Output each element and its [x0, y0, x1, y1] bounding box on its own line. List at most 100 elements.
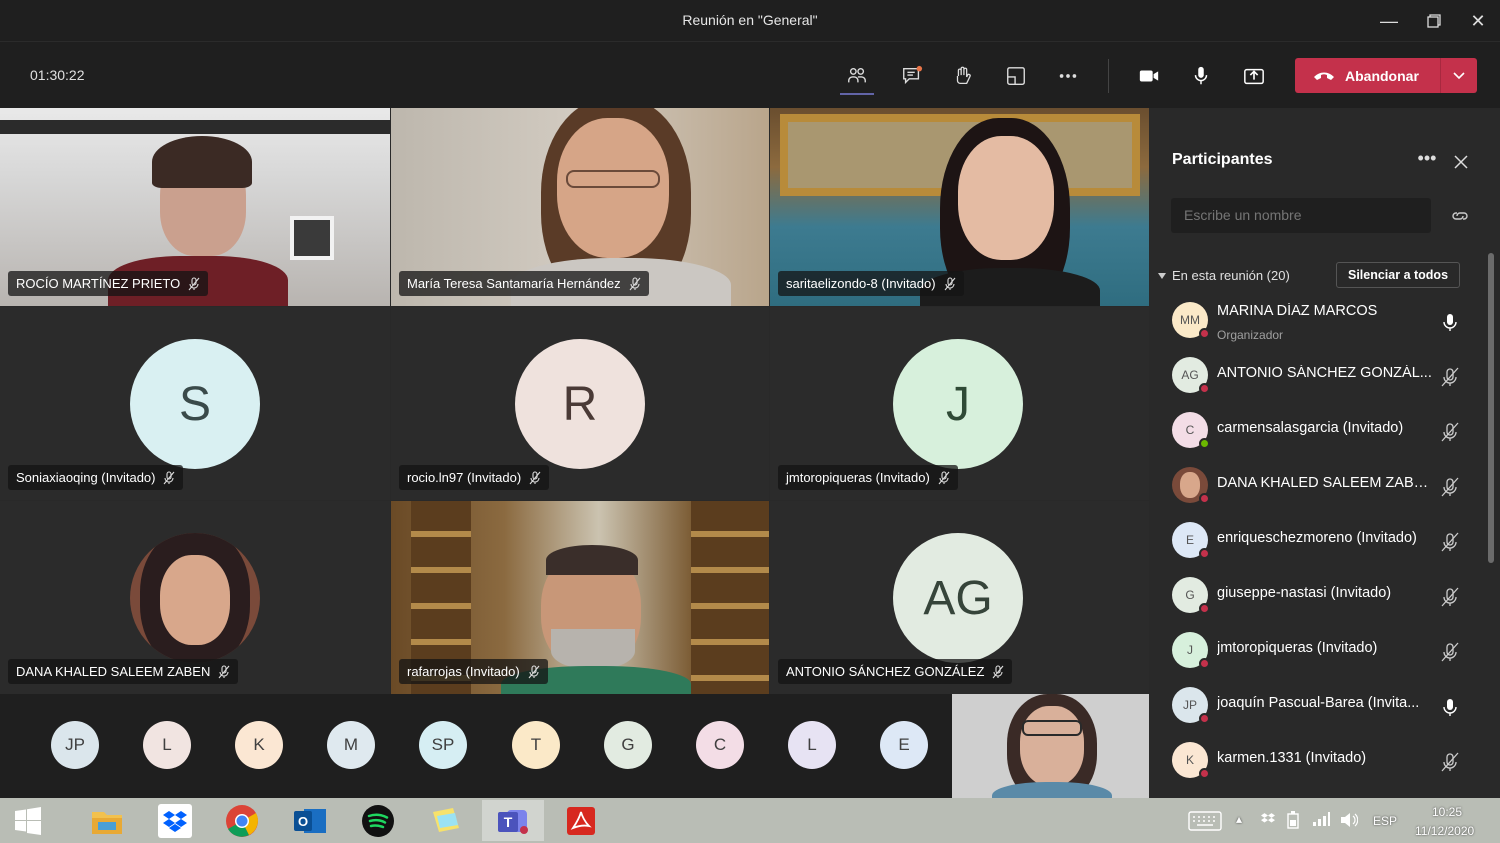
participant-name: jmtoropiqueras (Invitado)	[1217, 640, 1378, 656]
avatar[interactable]: C	[696, 721, 744, 769]
mic-off-icon	[188, 276, 200, 290]
video-tile[interactable]: ROCÍO MARTÍNEZ PRIETO	[0, 108, 390, 306]
chrome-icon[interactable]	[211, 800, 273, 841]
clock-time[interactable]: 10:25	[1432, 805, 1462, 819]
participant-name: enriqueschezmoreno (Invitado)	[1217, 530, 1417, 546]
avatar[interactable]: M	[327, 721, 375, 769]
dropbox-tray-icon[interactable]	[1260, 812, 1276, 829]
acrobat-reader-icon[interactable]	[550, 800, 612, 841]
participant-name: rocio.ln97 (Invitado)	[407, 470, 522, 485]
panel-scrollbar[interactable]	[1488, 253, 1494, 563]
self-view-video[interactable]	[952, 694, 1149, 798]
hang-up-icon	[1314, 72, 1334, 80]
participant-nameplate: Soniaxiaoqing (Invitado)	[8, 465, 184, 490]
sticky-notes-icon[interactable]	[415, 800, 477, 841]
participant-name: ANTONIO SÁNCHEZ GONZÁLEZ	[786, 664, 985, 679]
avatar[interactable]: L	[788, 721, 836, 769]
list-item[interactable]: JP joaquín Pascual-Barea (Invita...	[1149, 679, 1489, 734]
restore-icon[interactable]	[1419, 8, 1449, 34]
participants-panel: Participantes ••• En esta reunión (20) S…	[1149, 108, 1500, 798]
participant-tile[interactable]: J jmtoropiqueras (Invitado)	[770, 307, 1149, 500]
list-item[interactable]: MM MARINA DÍAZ MARCOS Organizador	[1149, 294, 1489, 349]
avatar	[1172, 467, 1210, 504]
avatar[interactable]: T	[512, 721, 560, 769]
leave-options-chevron-down-icon[interactable]	[1441, 71, 1477, 80]
raise-hand-icon[interactable]	[948, 61, 978, 91]
panel-more-options-icon[interactable]: •••	[1414, 148, 1440, 169]
list-item[interactable]: K karmen.1331 (Invitado)	[1149, 734, 1489, 789]
leave-button[interactable]: Abandonar	[1295, 58, 1477, 93]
status-badge	[1199, 658, 1210, 669]
mute-all-button[interactable]: Silenciar a todos	[1336, 262, 1460, 288]
avatar[interactable]: K	[235, 721, 283, 769]
avatar[interactable]: E	[880, 721, 928, 769]
chat-icon[interactable]	[897, 61, 927, 91]
list-item[interactable]: DANA KHALED SALEEM ZABEN	[1149, 459, 1489, 514]
video-tile[interactable]: rafarrojas (Invitado)	[391, 501, 769, 694]
participant-tile[interactable]: DANA KHALED SALEEM ZABEN	[0, 501, 390, 694]
section-header[interactable]: En esta reunión (20)	[1158, 268, 1290, 283]
close-window-icon[interactable]: ✕	[1463, 8, 1493, 34]
avatar[interactable]: JP	[51, 721, 99, 769]
avatar[interactable]: L	[143, 721, 191, 769]
leave-main-button[interactable]: Abandonar	[1295, 58, 1440, 93]
participant-nameplate: jmtoropiqueras (Invitado)	[778, 465, 958, 490]
teams-icon[interactable]: T	[482, 800, 544, 841]
breakout-rooms-icon[interactable]	[1001, 61, 1031, 91]
participant-name: giuseppe-nastasi (Invitado)	[1217, 585, 1392, 601]
mic-off-icon	[1441, 642, 1459, 662]
camera-icon[interactable]	[1134, 61, 1164, 91]
keyboard-icon[interactable]	[1180, 800, 1230, 841]
participant-nameplate: rafarrojas (Invitado)	[399, 659, 548, 684]
mic-off-icon	[1441, 477, 1459, 497]
list-item[interactable]: E enriqueschezmoreno (Invitado)	[1149, 514, 1489, 569]
participant-nameplate: ROCÍO MARTÍNEZ PRIETO	[8, 271, 209, 296]
microphone-icon[interactable]	[1186, 61, 1216, 91]
more-actions-icon[interactable]	[1053, 61, 1083, 91]
avatar[interactable]: SP	[419, 721, 467, 769]
outlook-icon[interactable]: O	[279, 800, 341, 841]
video-tile[interactable]: María Teresa Santamaría Hernández	[391, 108, 769, 306]
list-item[interactable]: AG ANTONIO SÁNCHEZ GONZÁL...	[1149, 349, 1489, 404]
avatar: AG	[893, 533, 1023, 663]
mic-off-icon	[629, 276, 641, 290]
microphone-icon	[1443, 314, 1457, 331]
mic-off-icon	[1441, 587, 1459, 607]
list-item[interactable]: C carmensalasgarcia (Invitado)	[1149, 404, 1489, 459]
list-item[interactable]: G giuseppe-nastasi (Invitado)	[1149, 569, 1489, 624]
avatar[interactable]: G	[604, 721, 652, 769]
link-icon[interactable]	[1449, 206, 1471, 226]
windows-start-icon[interactable]	[0, 800, 56, 841]
volume-icon[interactable]	[1340, 812, 1359, 831]
battery-icon[interactable]	[1286, 811, 1300, 832]
close-icon[interactable]	[1449, 150, 1473, 174]
status-badge	[1199, 768, 1210, 779]
chevron-down-icon	[1158, 272, 1166, 279]
avatar: K	[1172, 742, 1210, 779]
participants-icon[interactable]	[840, 61, 874, 95]
language-indicator[interactable]: ESP	[1373, 814, 1397, 828]
participant-tile[interactable]: S Soniaxiaoqing (Invitado)	[0, 307, 390, 500]
participant-name: ANTONIO SÁNCHEZ GONZÁL...	[1217, 365, 1432, 381]
mic-off-icon	[938, 470, 950, 484]
network-icon[interactable]	[1312, 812, 1330, 829]
participant-tile[interactable]: R rocio.ln97 (Invitado)	[391, 307, 769, 500]
video-tile[interactable]: saritaelizondo-8 (Invitado)	[770, 108, 1149, 306]
list-item[interactable]: J jmtoropiqueras (Invitado)	[1149, 624, 1489, 679]
avatar: R	[515, 339, 645, 469]
mic-off-icon	[529, 470, 541, 484]
search-input[interactable]	[1171, 198, 1431, 233]
chevron-up-icon[interactable]: ▴	[1236, 812, 1242, 826]
dropbox-icon[interactable]	[144, 800, 206, 841]
participant-role: Organizador	[1217, 328, 1284, 342]
spotify-icon[interactable]	[347, 800, 409, 841]
mic-off-icon	[944, 276, 956, 290]
file-explorer-icon[interactable]	[76, 800, 138, 841]
avatar: S	[130, 339, 260, 469]
avatar: E	[1172, 522, 1210, 559]
minimize-icon[interactable]: —	[1374, 8, 1404, 34]
participant-nameplate: ANTONIO SÁNCHEZ GONZÁLEZ	[778, 659, 1013, 684]
share-screen-icon[interactable]	[1239, 61, 1269, 91]
participant-tile[interactable]: AG ANTONIO SÁNCHEZ GONZÁLEZ	[770, 501, 1149, 694]
clock-date[interactable]: 11/12/2020	[1415, 824, 1474, 838]
